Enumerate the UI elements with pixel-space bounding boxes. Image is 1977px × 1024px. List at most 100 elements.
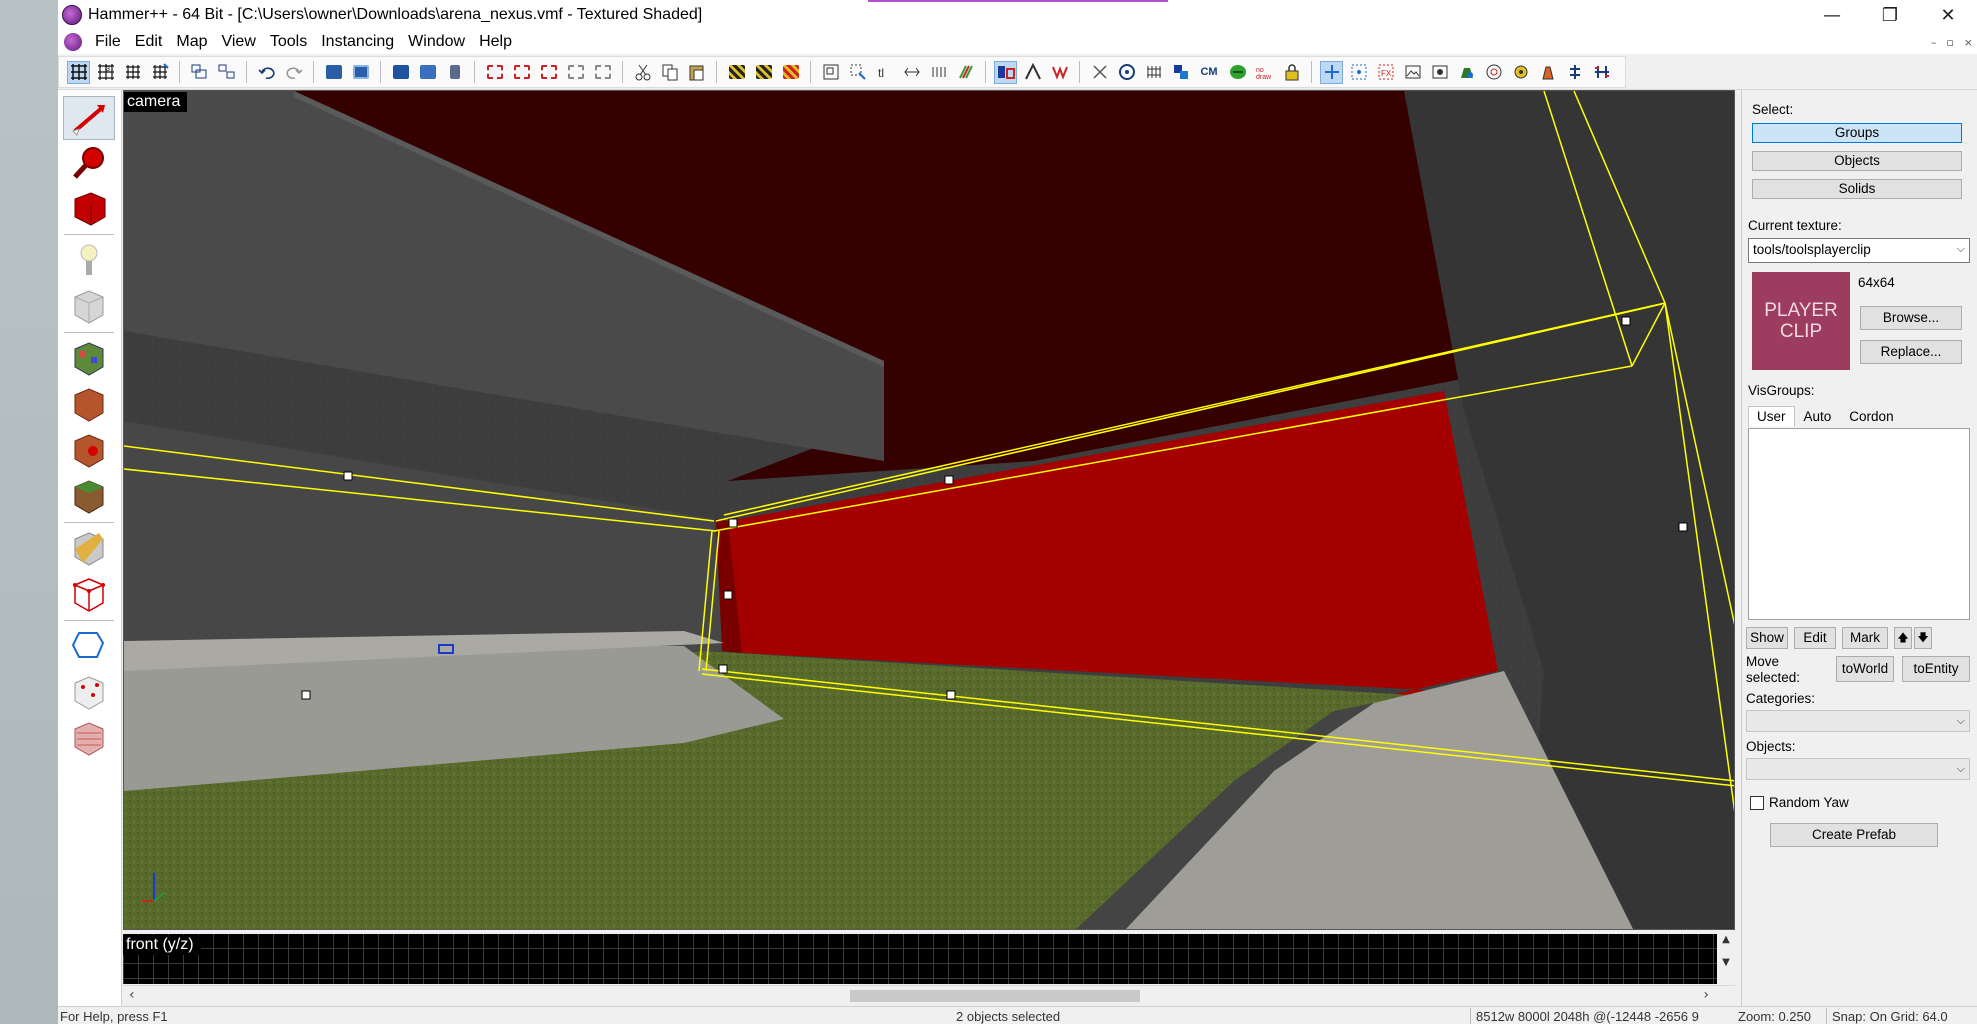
toggle-group-ignore-icon[interactable] — [994, 60, 1017, 84]
toggle-entity-names-icon[interactable] — [779, 61, 802, 84]
paste-icon[interactable] — [685, 61, 708, 84]
random-yaw-checkbox[interactable] — [1750, 796, 1764, 810]
camera-viewport[interactable]: camera — [123, 90, 1735, 930]
center-camera-icon[interactable] — [1320, 60, 1343, 84]
hide-icon[interactable] — [483, 61, 506, 84]
flip-vertical-icon[interactable] — [927, 61, 950, 84]
lock-icon[interactable] — [1280, 61, 1303, 84]
to-world-button[interactable]: toWorld — [1836, 656, 1894, 682]
texture-application-icon[interactable] — [63, 336, 115, 380]
grid-smaller-icon[interactable] — [121, 61, 144, 84]
polygon-view-icon[interactable] — [1115, 61, 1138, 84]
cordon-tool-icon[interactable] — [63, 716, 115, 760]
document-menu-icon[interactable] — [64, 33, 82, 51]
objects-select[interactable]: ⌵ — [1746, 758, 1970, 780]
mdi-minimize-button[interactable]: – — [1931, 36, 1937, 49]
select-groups-button[interactable]: Groups — [1752, 123, 1962, 143]
unhide-icon[interactable] — [510, 61, 533, 84]
menu-map[interactable]: Map — [169, 30, 214, 54]
vertex-scale-icon[interactable] — [1021, 61, 1044, 84]
selection-tool-icon[interactable] — [63, 96, 115, 140]
to-entity-button[interactable]: toEntity — [1902, 656, 1970, 682]
move-down-icon[interactable]: 🡇 — [1914, 627, 1932, 649]
magnify-tool-icon[interactable] — [63, 141, 115, 185]
quick-hide-icon[interactable] — [537, 61, 560, 84]
toggle-func-detail-icon[interactable] — [1590, 61, 1613, 84]
minimize-button[interactable]: — — [1803, 0, 1861, 30]
flip-horizontal-icon[interactable] — [900, 61, 923, 84]
browse-button[interactable]: Browse... — [1860, 306, 1962, 330]
create-prefab-button[interactable]: Create Prefab — [1770, 823, 1938, 847]
mdi-close-button[interactable]: × — [1964, 36, 1973, 49]
edit-button[interactable]: Edit — [1794, 627, 1836, 649]
undo-icon[interactable] — [255, 61, 278, 84]
camera-viewport-label[interactable]: camera — [124, 92, 188, 112]
textured-view-icon[interactable] — [1142, 61, 1165, 84]
texture-lock-icon[interactable] — [954, 61, 977, 84]
snap-to-grid-icon[interactable] — [819, 61, 842, 84]
menu-edit[interactable]: Edit — [128, 30, 170, 54]
entity-tool-icon[interactable] — [63, 238, 115, 282]
sprinkle-tool-icon[interactable] — [63, 670, 115, 714]
grid-toggle-icon[interactable] — [67, 60, 90, 84]
grid-larger-icon[interactable] — [148, 61, 171, 84]
categories-select[interactable]: ⌵ — [1746, 710, 1970, 732]
toggle-helpers-icon[interactable] — [752, 61, 775, 84]
autovisgroup-icon[interactable] — [1048, 61, 1071, 84]
texture-app-icon[interactable] — [416, 61, 439, 84]
vertex-tool-icon[interactable] — [63, 572, 115, 616]
camera-tool-icon[interactable] — [63, 186, 115, 230]
tab-cordon[interactable]: Cordon — [1840, 406, 1902, 427]
align-icon[interactable]: tl — [873, 61, 896, 84]
scene-render[interactable] — [124, 91, 1735, 930]
group-icon[interactable] — [188, 61, 211, 84]
wireframe-icon[interactable] — [1088, 61, 1111, 84]
copy-icon[interactable] — [658, 61, 681, 84]
scroll-thumb[interactable] — [850, 990, 1140, 1002]
menu-tools[interactable]: Tools — [263, 30, 314, 54]
replace-button[interactable]: Replace... — [1860, 340, 1962, 364]
tab-user[interactable]: User — [1748, 406, 1795, 427]
quick-unhide-icon[interactable] — [591, 61, 614, 84]
path-tool-icon[interactable] — [63, 624, 115, 668]
center-views-icon[interactable] — [1347, 61, 1370, 84]
block-tool-icon[interactable] — [63, 284, 115, 328]
ungroup-icon[interactable] — [215, 61, 238, 84]
restore-button[interactable]: ❐ — [1861, 0, 1919, 30]
title-bar[interactable]: Hammer++ - 64 Bit - [C:\Users\owner\Down… — [58, 0, 1977, 30]
quick-hide-selected-icon[interactable] — [564, 61, 587, 84]
menu-file[interactable]: File — [88, 30, 128, 54]
select-solids-button[interactable]: Solids — [1752, 179, 1962, 199]
current-texture-select[interactable]: tools/toolsplayerclip ⌵ — [1748, 238, 1970, 263]
apply-texture-icon[interactable] — [63, 382, 115, 426]
toggle-props-icon[interactable] — [1455, 61, 1478, 84]
toggle-cubemap-icon[interactable] — [1563, 61, 1586, 84]
front-viewport-label[interactable]: front (y/z) — [123, 935, 201, 955]
toggle-light-icon[interactable] — [1536, 61, 1559, 84]
select-by-handles-icon[interactable] — [846, 61, 869, 84]
toggle-sound-icon[interactable] — [1482, 61, 1505, 84]
lightmap-grid-icon[interactable] — [1169, 61, 1192, 84]
toggle-particles-icon[interactable] — [1509, 61, 1532, 84]
hammer-app-icon[interactable] — [62, 5, 82, 25]
menu-instancing[interactable]: Instancing — [314, 30, 401, 54]
draw-tool-icon[interactable]: no draw — [1253, 61, 1276, 84]
toggle-lighting-preview-icon[interactable] — [1428, 61, 1451, 84]
show-button[interactable]: Show — [1746, 627, 1788, 649]
scroll-right-icon[interactable]: › — [1703, 987, 1709, 1003]
front-viewport-hscroll[interactable]: ‹ › — [123, 985, 1735, 1005]
menu-help[interactable]: Help — [472, 30, 519, 54]
select-objects-button[interactable]: Objects — [1752, 151, 1962, 171]
run-map-icon[interactable] — [1226, 61, 1249, 84]
scroll-left-icon[interactable]: ‹ — [129, 987, 135, 1003]
carve-icon[interactable] — [322, 61, 345, 84]
close-button[interactable]: ✕ — [1919, 0, 1977, 30]
overlay-tool-icon[interactable] — [63, 474, 115, 518]
cordon-map-button[interactable]: CM — [1196, 61, 1222, 84]
decal-tool-icon[interactable] — [63, 428, 115, 472]
hollow-icon[interactable] — [349, 61, 372, 84]
redo-icon[interactable] — [282, 61, 305, 84]
mdi-restore-button[interactable]: ▫ — [1946, 36, 1953, 49]
menu-view[interactable]: View — [214, 30, 262, 54]
toggle-sky-icon[interactable] — [1401, 61, 1424, 84]
